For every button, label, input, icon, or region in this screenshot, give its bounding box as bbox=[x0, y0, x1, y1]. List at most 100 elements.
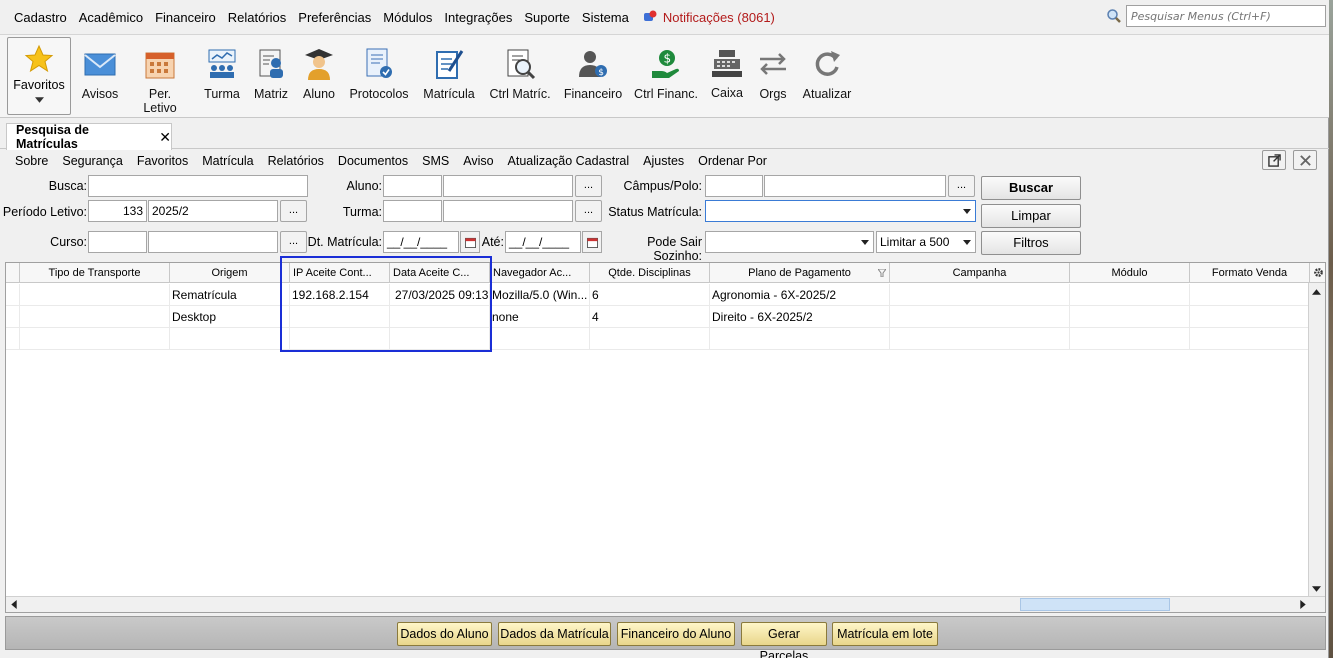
horizontal-scrollbar[interactable] bbox=[6, 596, 1325, 612]
toolbar-ctrl-financ[interactable]: $ Ctrl Financ. bbox=[634, 47, 698, 101]
close-icon[interactable]: ✕ bbox=[159, 129, 171, 146]
submenu-documentos[interactable]: Documentos bbox=[331, 154, 415, 168]
menu-academico[interactable]: Acadêmico bbox=[73, 10, 149, 25]
submenu-ajustes[interactable]: Ajustes bbox=[636, 154, 691, 168]
aluno-lookup-button[interactable]: ... bbox=[575, 175, 602, 197]
search-icon bbox=[1107, 9, 1121, 23]
highlight-box bbox=[280, 256, 492, 352]
dt-matricula-end-input[interactable]: __/__/____ bbox=[505, 231, 581, 253]
table-row[interactable]: Rematrícula 192.168.2.154 27/03/2025 09:… bbox=[6, 284, 1310, 306]
submenu-seguranca[interactable]: Segurança bbox=[55, 154, 129, 168]
campus-input[interactable] bbox=[764, 175, 946, 197]
aluno-code-input[interactable] bbox=[383, 175, 442, 197]
toolbar-ctrl-matricula[interactable]: Ctrl Matríc. bbox=[488, 47, 552, 101]
buscar-button[interactable]: Buscar bbox=[981, 176, 1081, 200]
dados-aluno-button[interactable]: Dados do Aluno bbox=[397, 622, 492, 646]
matricula-lote-button[interactable]: Matrícula em lote bbox=[832, 622, 938, 646]
toolbar-atualizar[interactable]: Atualizar bbox=[802, 47, 852, 101]
col-qtde-disciplinas[interactable]: Qtde. Disciplinas bbox=[590, 263, 710, 283]
toolbar-turma[interactable]: Turma bbox=[202, 47, 242, 101]
horizontal-scroll-thumb[interactable] bbox=[1020, 598, 1170, 611]
money-hand-icon: $ bbox=[652, 50, 679, 78]
submenu-sms[interactable]: SMS bbox=[415, 154, 456, 168]
toolbar-caixa[interactable]: Caixa bbox=[708, 47, 746, 100]
toolbar-matricula[interactable]: Matrícula bbox=[422, 47, 476, 101]
toolbar-avisos[interactable]: Avisos bbox=[80, 47, 120, 101]
toolbar-financeiro[interactable]: $ Financeiro bbox=[563, 47, 623, 101]
periodo-letivo-code-input[interactable]: 133 bbox=[88, 200, 147, 222]
table-row[interactable] bbox=[6, 328, 1310, 350]
pode-sair-select[interactable] bbox=[705, 231, 874, 253]
curso-code-input[interactable] bbox=[88, 231, 147, 253]
dt-matricula-start-calendar-button[interactable] bbox=[460, 231, 480, 253]
scroll-down-icon[interactable] bbox=[1312, 586, 1321, 592]
periodo-letivo-lookup-button[interactable]: ... bbox=[280, 200, 307, 222]
menu-preferencias[interactable]: Preferências bbox=[292, 10, 377, 25]
col-origem[interactable]: Origem bbox=[170, 263, 290, 283]
submenu-atualizacao-cadastral[interactable]: Atualização Cadastral bbox=[501, 154, 637, 168]
menu-suporte[interactable]: Suporte bbox=[518, 10, 576, 25]
svg-text:$: $ bbox=[664, 52, 672, 66]
periodo-letivo-input[interactable]: 2025/2 bbox=[148, 200, 278, 222]
submenu-aviso[interactable]: Aviso bbox=[456, 154, 500, 168]
limpar-button[interactable]: Limpar bbox=[981, 204, 1081, 228]
curso-input[interactable] bbox=[148, 231, 278, 253]
toolbar-orgs[interactable]: Orgs bbox=[756, 47, 790, 101]
col-tipo-transporte[interactable]: Tipo de Transporte bbox=[20, 263, 170, 283]
detach-window-button[interactable] bbox=[1262, 150, 1286, 170]
submenu-favoritos[interactable]: Favoritos bbox=[130, 154, 195, 168]
column-settings-button[interactable] bbox=[1310, 263, 1325, 283]
cell-navegador bbox=[490, 328, 590, 350]
gerar-parcelas-button[interactable]: Gerar Parcelas bbox=[741, 622, 827, 658]
menu-sistema[interactable]: Sistema bbox=[576, 10, 635, 25]
filter-icon[interactable] bbox=[878, 269, 886, 277]
campus-lookup-button[interactable]: ... bbox=[948, 175, 975, 197]
notifications-link[interactable]: Notificações (8061) bbox=[643, 10, 775, 25]
tab-pesquisa-matriculas[interactable]: Pesquisa de Matrículas ✕ bbox=[6, 123, 172, 151]
menu-integracoes[interactable]: Integrações bbox=[438, 10, 518, 25]
dados-matricula-button[interactable]: Dados da Matrícula bbox=[498, 622, 611, 646]
close-window-button[interactable] bbox=[1293, 150, 1317, 170]
menu-financeiro[interactable]: Financeiro bbox=[149, 10, 222, 25]
col-formato-venda[interactable]: Formato Venda bbox=[1190, 263, 1310, 283]
cell-navegador: Mozilla/5.0 (Win... bbox=[490, 284, 590, 306]
col-plano-pagamento[interactable]: Plano de Pagamento bbox=[710, 263, 890, 283]
submenu-ordenar-por[interactable]: Ordenar Por bbox=[691, 154, 774, 168]
submenu-sobre[interactable]: Sobre bbox=[8, 154, 55, 168]
refresh-icon bbox=[815, 51, 840, 76]
toolbar-aluno[interactable]: Aluno bbox=[299, 47, 339, 101]
turma-code-input[interactable] bbox=[383, 200, 442, 222]
table-row[interactable]: Desktop none 4 Direito - 6X-2025/2 bbox=[6, 306, 1310, 328]
scroll-right-icon[interactable] bbox=[1300, 600, 1306, 609]
dt-matricula-start-input[interactable]: __/__/____ bbox=[383, 231, 459, 253]
financeiro-aluno-button[interactable]: Financeiro do Aluno bbox=[617, 622, 735, 646]
scroll-up-icon[interactable] bbox=[1312, 289, 1321, 295]
submenu-relatorios[interactable]: Relatórios bbox=[261, 154, 331, 168]
busca-input[interactable] bbox=[88, 175, 308, 197]
menu-search-input[interactable] bbox=[1126, 5, 1326, 27]
dt-matricula-end-calendar-button[interactable] bbox=[582, 231, 602, 253]
col-navegador[interactable]: Navegador Ac... bbox=[490, 263, 590, 283]
menu-modulos[interactable]: Módulos bbox=[377, 10, 438, 25]
filtros-button[interactable]: Filtros bbox=[981, 231, 1081, 255]
status-matricula-select[interactable] bbox=[705, 200, 976, 222]
turma-lookup-button[interactable]: ... bbox=[575, 200, 602, 222]
close-icon bbox=[1299, 154, 1311, 166]
cell-campanha bbox=[890, 328, 1070, 350]
vertical-scrollbar[interactable] bbox=[1308, 283, 1325, 597]
campus-code-input[interactable] bbox=[705, 175, 763, 197]
limitar-select[interactable]: Limitar a 500 bbox=[876, 231, 976, 253]
menu-relatorios[interactable]: Relatórios bbox=[222, 10, 293, 25]
toolbar-protocolos[interactable]: Protocolos bbox=[348, 47, 410, 101]
menu-cadastro[interactable]: Cadastro bbox=[8, 10, 73, 25]
toolbar-matriz[interactable]: Matriz bbox=[252, 47, 290, 101]
cell-formato-venda bbox=[1190, 284, 1310, 306]
scroll-left-icon[interactable] bbox=[11, 600, 17, 609]
submenu-matricula[interactable]: Matrícula bbox=[195, 154, 260, 168]
aluno-input[interactable] bbox=[443, 175, 573, 197]
col-modulo[interactable]: Módulo bbox=[1070, 263, 1190, 283]
col-campanha[interactable]: Campanha bbox=[890, 263, 1070, 283]
favorites-button[interactable]: Favoritos bbox=[7, 37, 71, 115]
turma-input[interactable] bbox=[443, 200, 573, 222]
toolbar-periodo-letivo[interactable]: Per. Letivo bbox=[131, 47, 189, 115]
